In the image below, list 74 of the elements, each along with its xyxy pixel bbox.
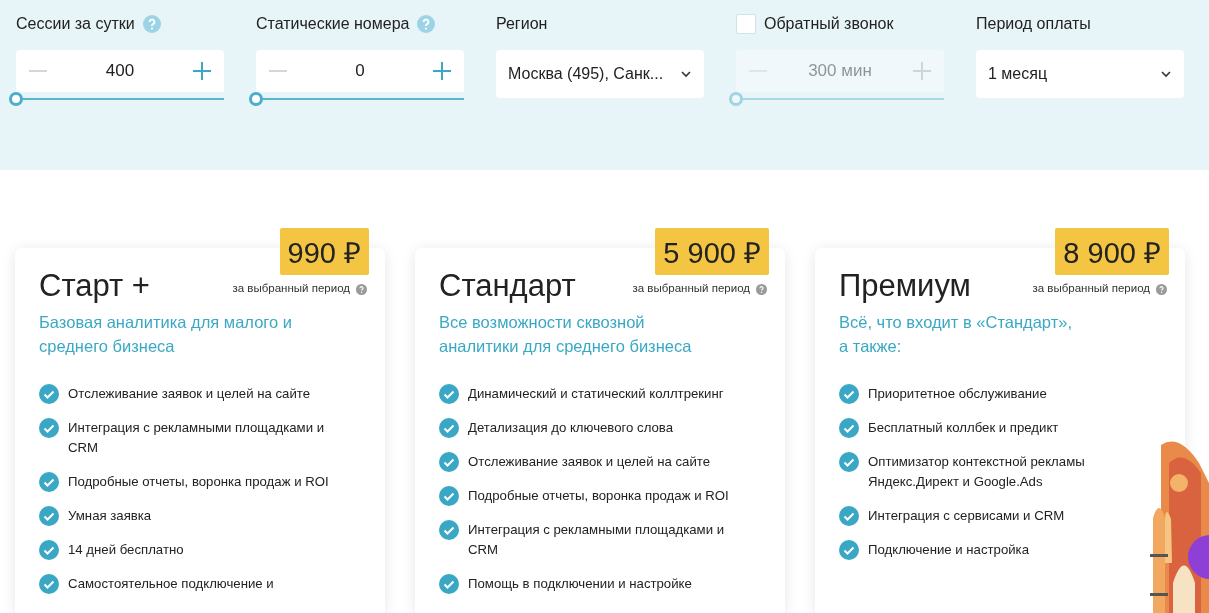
period-note: за выбранный период	[1032, 282, 1150, 294]
check-circle-icon	[439, 418, 459, 438]
feature-text: 14 дней бесплатно	[68, 541, 185, 559]
field-label: Сессии за сутки	[16, 15, 135, 33]
feature-text: Подробные отчеты, воронка продаж и ROI	[468, 487, 730, 505]
plan-subtitle: Всё, что входит в «Стандарт», а также:	[839, 312, 1073, 357]
price-tag: 8 900 ₽	[1055, 228, 1169, 275]
feature-text: Оптимизатор контекстной рекламы Яндекс.Директ и Google.Ads	[868, 453, 1086, 491]
plan-name: Старт +	[39, 268, 150, 304]
field-label: Статические номера	[256, 15, 410, 33]
number-stepper[interactable]: 0	[256, 50, 464, 92]
plan-name: Стандарт	[439, 268, 576, 304]
feature-text: Подробные отчеты, воронка продаж и ROI	[68, 473, 330, 491]
dropdown-select[interactable]: 1 месяц	[976, 50, 1184, 98]
plus-icon	[433, 62, 451, 80]
chevron-down-icon	[680, 70, 692, 78]
check-circle-icon	[439, 452, 459, 472]
chevron-down-icon	[1160, 70, 1172, 78]
check-circle-icon	[839, 384, 859, 404]
field-label: Обратный звонок	[764, 15, 894, 33]
feature-text: Динамический и статический коллтрекинг	[468, 385, 725, 403]
feature-text: Помощь в подключении и настройке	[468, 575, 693, 593]
number-stepper[interactable]: 400	[16, 50, 224, 92]
plan-subtitle: Все возможности сквозной аналитики для среднего бизнеса	[439, 312, 693, 357]
check-circle-icon	[39, 540, 59, 560]
price-tag: 5 900 ₽	[655, 228, 769, 275]
feature-text: Интеграция с сервисами и CRM	[868, 507, 1066, 525]
plus-button[interactable]	[432, 61, 452, 81]
check-circle-icon	[39, 472, 59, 492]
period-note: за выбранный период	[632, 282, 750, 294]
price-tag: 990 ₽	[279, 228, 369, 275]
plus-button[interactable]	[192, 61, 212, 81]
plus-icon	[913, 62, 931, 80]
check-circle-icon	[439, 384, 459, 404]
feature-text: Самостоятельное подключение и	[68, 575, 275, 593]
check-circle-icon	[39, 506, 59, 526]
check-circle-icon	[839, 540, 859, 560]
check-circle-icon	[839, 418, 859, 438]
help-icon[interactable]	[1156, 284, 1167, 295]
slider-thumb[interactable]	[9, 92, 23, 106]
period-note: за выбранный период	[232, 282, 350, 294]
stepper-value: 300 мин	[808, 61, 872, 81]
minus-icon	[269, 70, 287, 72]
dropdown-select[interactable]: Москва (495), Санк...	[496, 50, 704, 98]
help-icon[interactable]	[356, 284, 367, 295]
check-circle-icon	[839, 452, 859, 472]
feature-text: Интеграция с рекламными площадками и CRM	[468, 521, 726, 559]
check-circle-icon	[439, 486, 459, 506]
feature-text: Умная заявка	[68, 507, 153, 525]
check-circle-icon	[39, 574, 59, 594]
field-label: Период оплаты	[976, 15, 1091, 33]
field-label: Регион	[496, 15, 548, 33]
check-circle-icon	[839, 506, 859, 526]
help-icon[interactable]	[142, 15, 161, 33]
check-circle-icon	[39, 384, 59, 404]
help-icon[interactable]	[417, 15, 436, 33]
check-circle-icon	[439, 520, 459, 540]
feature-text: Бесплатный коллбек и предикт	[868, 419, 1060, 437]
slider-thumb[interactable]	[249, 92, 263, 106]
minus-icon	[29, 70, 47, 72]
feature-text: Отслеживание заявок и целей на сайте	[468, 453, 711, 471]
check-circle-icon	[39, 418, 59, 438]
help-icon[interactable]	[756, 284, 767, 295]
stepper-value: 0	[355, 61, 365, 81]
feature-text: Интеграция с рекламными площадками и CRM	[68, 419, 326, 457]
feature-text: Детализация до ключевого слова	[468, 419, 674, 437]
plus-icon	[193, 62, 211, 80]
feature-text: Приоритетное обслуживание	[868, 385, 1048, 403]
check-circle-icon	[439, 574, 459, 594]
plan-subtitle: Базовая аналитика для малого и среднего бизнеса	[39, 312, 293, 357]
stepper-value: 400	[105, 61, 135, 81]
feature-text: Отслеживание заявок и целей на сайте	[68, 385, 311, 403]
plan-name: Премиум	[839, 268, 971, 304]
feature-text: Подключение и настройка	[868, 541, 1030, 559]
